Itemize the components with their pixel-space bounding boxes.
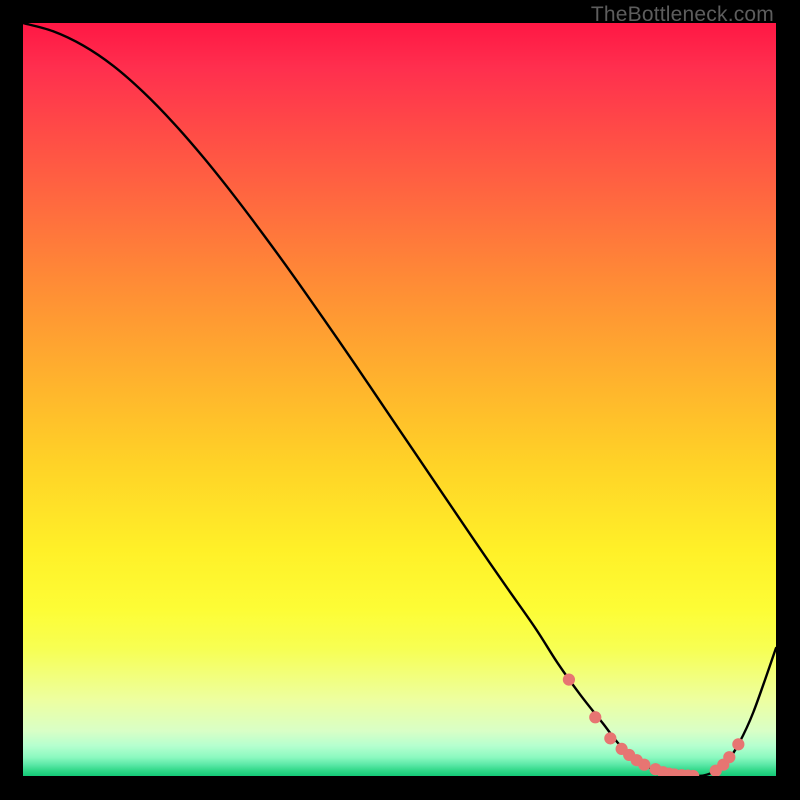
marker-dot	[605, 733, 616, 744]
marker-group	[563, 674, 744, 776]
chart-stage: TheBottleneck.com	[0, 0, 800, 800]
marker-dot	[639, 759, 650, 770]
marker-dot	[733, 739, 744, 750]
watermark-text: TheBottleneck.com	[591, 3, 774, 27]
bottleneck-curve	[23, 23, 776, 776]
marker-dot	[590, 712, 601, 723]
marker-dot	[724, 752, 735, 763]
plot-area	[23, 23, 776, 776]
curve-layer	[23, 23, 776, 776]
marker-dot	[563, 674, 574, 685]
